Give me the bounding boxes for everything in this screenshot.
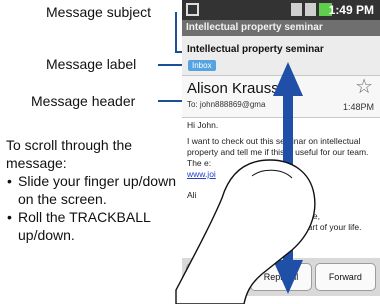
instruction-item-slide: Slide your finger up/down on the screen.: [6, 172, 178, 208]
body-thanks: hanks.: [280, 169, 306, 179]
action-buttons: Reply Reply all Forward: [182, 258, 380, 296]
instruction-item-trackball: Roll the TRACKBALL up/down.: [6, 208, 178, 244]
status-time: 1:49 PM: [328, 3, 374, 17]
body-link[interactable]: www.joi: [187, 169, 216, 179]
scroll-instructions: To scroll through the message: Slide you…: [6, 136, 178, 244]
body-signature: its the people, n the are part of your li…: [267, 211, 375, 233]
message-subject-area: Intellectual property seminar Inbox: [182, 36, 380, 76]
body-greeting: Hi John.: [187, 120, 219, 130]
message-time: 1:48PM: [342, 102, 374, 112]
forward-button[interactable]: Forward: [314, 263, 376, 291]
message-body[interactable]: Hi John. I want to check out this semina…: [187, 120, 375, 238]
recipient-line: To: john888869@gma: [187, 100, 266, 109]
callout-message-subject: Message subject: [46, 4, 152, 20]
body-line-2: e:: [204, 158, 212, 168]
body-line-1: I want to check out this seminar on inte…: [187, 136, 369, 168]
network-icon: [305, 3, 316, 16]
status-icons: [291, 3, 332, 16]
reply-all-button[interactable]: Reply all: [250, 263, 312, 291]
leader-line-subject: [175, 12, 177, 52]
signature-line-1: its the people,: [267, 211, 320, 221]
instructions-intro: To scroll through the message:: [6, 137, 133, 171]
callout-message-label: Message label: [46, 56, 137, 72]
message-header[interactable]: Alison Krauss To: john888869@gma ☆ 1:48P…: [182, 76, 380, 118]
body-closing: Ali: [187, 190, 197, 200]
signature-line-2: n the are part of your life.: [267, 222, 362, 232]
sender-name: Alison Krauss: [187, 80, 279, 97]
star-icon[interactable]: ☆: [355, 77, 373, 97]
phone-screen: 1:49 PM Intellectual property seminar In…: [182, 0, 380, 304]
signal-icon: [291, 3, 302, 16]
status-bar: 1:49 PM: [182, 0, 380, 20]
reply-button[interactable]: Reply: [186, 263, 248, 291]
body-paragraph: I want to check out this seminar on inte…: [187, 136, 375, 180]
notification-icon: [186, 3, 199, 16]
window-title: Intellectual property seminar: [182, 20, 380, 36]
message-subject: Intellectual property seminar: [187, 44, 324, 55]
callout-message-header: Message header: [31, 93, 136, 109]
message-label-inbox[interactable]: Inbox: [188, 60, 216, 71]
